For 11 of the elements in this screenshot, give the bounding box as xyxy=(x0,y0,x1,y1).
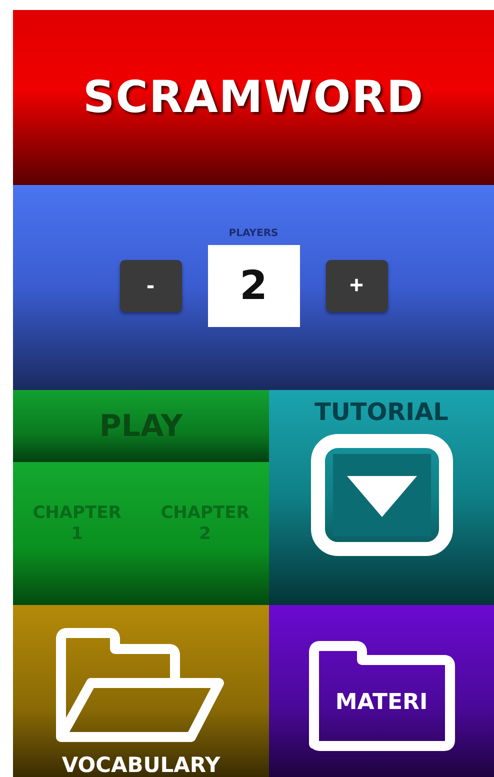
tutorial-label: TUTORIAL xyxy=(314,398,448,426)
vocabulary-tile[interactable]: VOCABULARY xyxy=(13,605,269,777)
app-title: SCRAMWORD xyxy=(82,72,424,123)
players-count: 2 xyxy=(208,245,300,327)
vocabulary-label: VOCABULARY xyxy=(62,753,220,777)
decrement-button[interactable]: - xyxy=(120,260,182,312)
materi-tile[interactable]: MATERI xyxy=(269,605,494,777)
play-down-icon xyxy=(310,434,452,556)
players-label: PLAYERS xyxy=(228,228,278,239)
increment-button[interactable]: + xyxy=(326,260,388,312)
materi-label: MATERI xyxy=(335,690,428,714)
